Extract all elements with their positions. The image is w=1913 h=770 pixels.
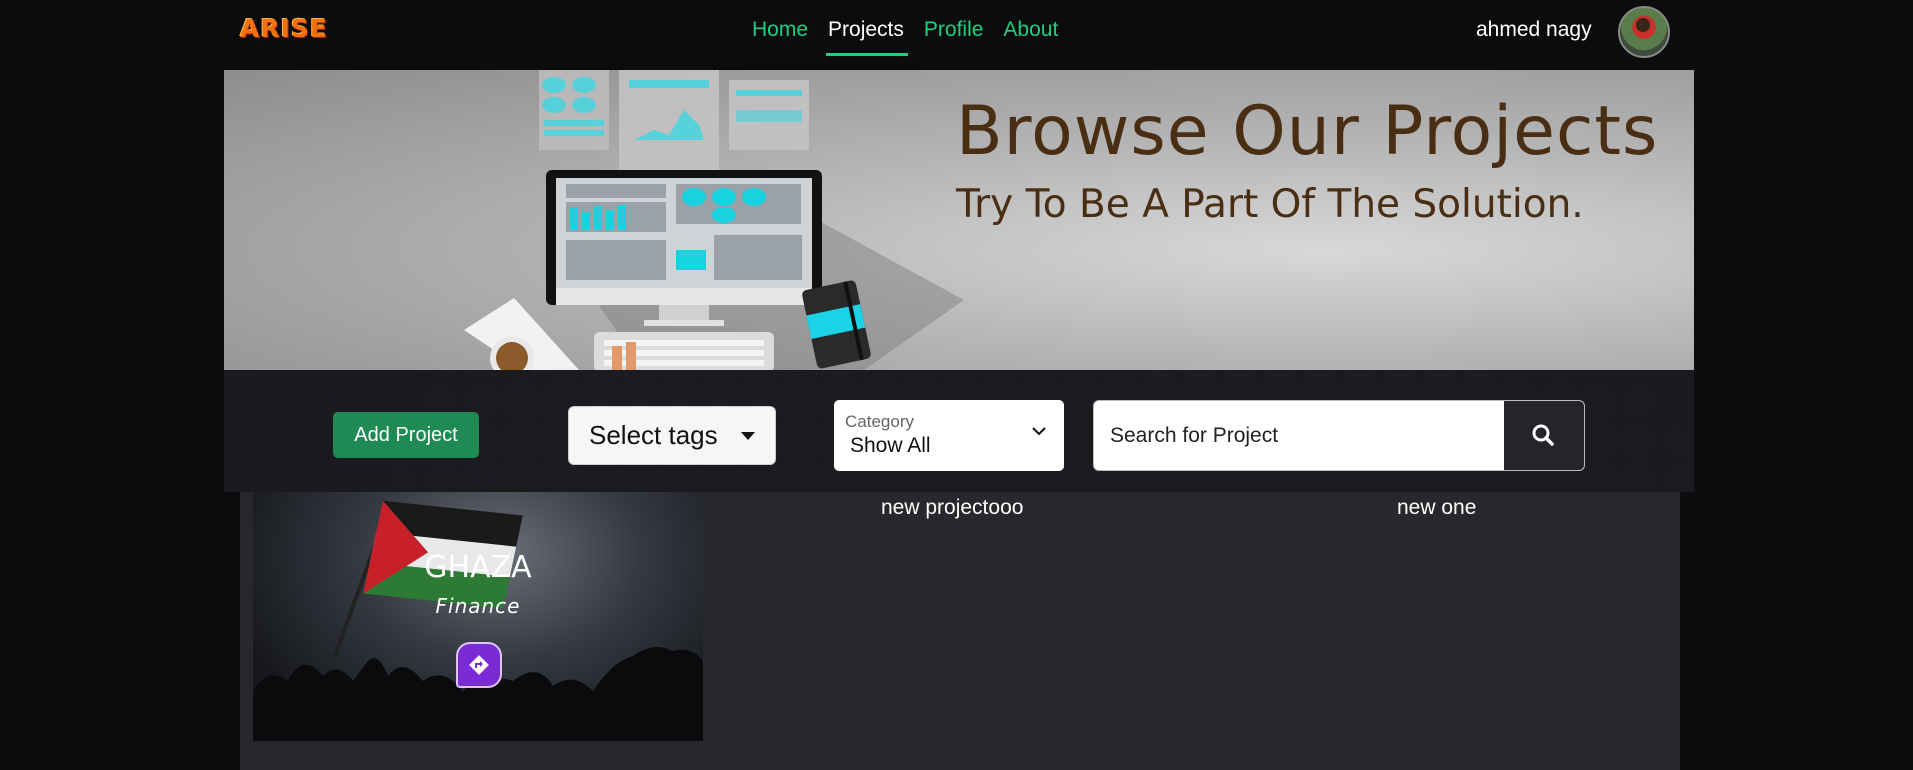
project-title[interactable]: new projectooo bbox=[881, 496, 1023, 520]
navbar: ARISE Home Projects Profile About ahmed … bbox=[0, 0, 1913, 62]
nav-link-home[interactable]: Home bbox=[742, 18, 818, 42]
computer-illustration bbox=[464, 70, 964, 370]
project-title: GHAZA bbox=[424, 550, 532, 585]
nav-links: Home Projects Profile About bbox=[742, 18, 1068, 56]
nav-link-about[interactable]: About bbox=[993, 18, 1068, 42]
hero-banner: Browse Our Projects Try To Be A Part Of … bbox=[224, 70, 1694, 370]
nav-link-profile[interactable]: Profile bbox=[914, 18, 994, 42]
hero-title: Browse Our Projects bbox=[956, 92, 1659, 171]
project-title[interactable]: new one bbox=[1397, 496, 1476, 520]
project-card[interactable]: GHAZA Finance bbox=[253, 492, 703, 741]
select-tags-label: Select tags bbox=[589, 420, 718, 450]
category-value: Show All bbox=[850, 434, 931, 457]
avatar[interactable] bbox=[1618, 6, 1670, 58]
hero-subtitle: Try To Be A Part Of The Solution. bbox=[956, 182, 1584, 227]
directions-icon[interactable] bbox=[456, 642, 502, 688]
search-group bbox=[1093, 400, 1585, 471]
add-project-button[interactable]: Add Project bbox=[333, 412, 479, 458]
project-category: Finance bbox=[435, 594, 521, 618]
select-tags-dropdown[interactable]: Select tags bbox=[568, 406, 776, 465]
caret-down-icon bbox=[741, 432, 755, 440]
nav-link-projects[interactable]: Projects bbox=[818, 18, 914, 56]
search-button[interactable] bbox=[1504, 401, 1584, 470]
logo[interactable]: ARISE bbox=[240, 14, 328, 43]
category-select[interactable]: Category Show All bbox=[834, 400, 1064, 471]
user-name[interactable]: ahmed nagy bbox=[1476, 18, 1592, 42]
category-label: Category bbox=[845, 412, 914, 431]
chevron-down-icon bbox=[1032, 427, 1046, 436]
search-input[interactable] bbox=[1094, 401, 1504, 470]
search-icon bbox=[1532, 424, 1554, 446]
